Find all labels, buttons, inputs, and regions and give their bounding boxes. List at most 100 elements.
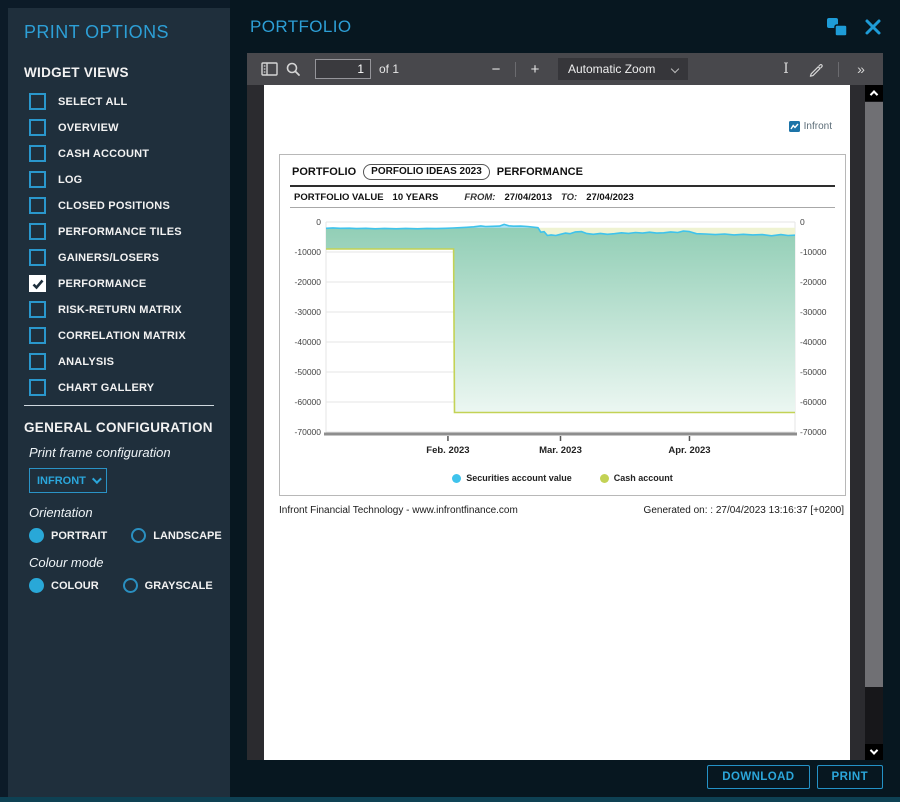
checkbox-checked[interactable] [29, 275, 46, 292]
search-icon[interactable] [281, 57, 305, 81]
checkbox-unchecked[interactable] [29, 93, 46, 110]
svg-text:-60000: -60000 [295, 397, 322, 407]
checkbox-label: CLOSED POSITIONS [58, 200, 170, 212]
action-bar: DOWNLOAD PRINT [230, 757, 900, 797]
page-count-label: of 1 [379, 62, 399, 76]
widget-view-row-risk-return-matrix[interactable]: RISK-RETURN MATRIX [29, 301, 222, 318]
checkbox-label: RISK-RETURN MATRIX [58, 304, 182, 316]
svg-text:-70000: -70000 [800, 427, 827, 437]
toolbar-divider [515, 62, 516, 77]
widget-view-row-analysis[interactable]: ANALYSIS [29, 353, 222, 370]
print-button[interactable]: PRINT [817, 765, 884, 789]
draw-icon[interactable] [804, 57, 828, 81]
radio-label: GRAYSCALE [145, 580, 213, 592]
sidebar-toggle-icon[interactable] [257, 57, 281, 81]
svg-text:-10000: -10000 [295, 247, 322, 257]
chevron-down-icon [671, 65, 679, 73]
feedback-icon[interactable] [826, 17, 848, 37]
report-title-row: PORTFOLIO PORFOLIO IDEAS 2023 PERFORMANC… [290, 162, 835, 187]
checkbox-unchecked[interactable] [29, 171, 46, 188]
checkbox-label: GAINERS/LOSERS [58, 252, 159, 264]
radio-selected[interactable] [29, 528, 44, 543]
widget-view-row-log[interactable]: LOG [29, 171, 222, 188]
report-box: PORTFOLIO PORFOLIO IDEAS 2023 PERFORMANC… [279, 154, 846, 496]
checkbox-label: PERFORMANCE TILES [58, 226, 182, 238]
legend-item-securities-account-value: Securities account value [452, 473, 572, 483]
general-config-heading: GENERAL CONFIGURATION [24, 420, 222, 435]
colour-mode-option-grayscale[interactable]: GRAYSCALE [123, 578, 213, 593]
widget-view-row-cash-account[interactable]: CASH ACCOUNT [29, 145, 222, 162]
checkbox-unchecked[interactable] [29, 197, 46, 214]
panel-header: PORTFOLIO [230, 0, 900, 53]
colour-mode-option-colour[interactable]: COLOUR [29, 578, 99, 593]
report-title-portfolio: PORTFOLIO [292, 166, 356, 178]
zoom-level-select[interactable]: Automatic Zoom [558, 58, 688, 80]
zoom-out-button[interactable]: − [485, 58, 507, 80]
checkbox-unchecked[interactable] [29, 379, 46, 396]
checkbox-unchecked[interactable] [29, 353, 46, 370]
text-select-icon[interactable]: I [774, 57, 798, 81]
widget-view-row-closed-positions[interactable]: CLOSED POSITIONS [29, 197, 222, 214]
checkbox-unchecked[interactable] [29, 223, 46, 240]
checkbox-unchecked[interactable] [29, 301, 46, 318]
legend-label: Cash account [614, 473, 673, 483]
svg-text:-50000: -50000 [295, 367, 322, 377]
checkbox-label: CASH ACCOUNT [58, 148, 149, 160]
radio-selected[interactable] [29, 578, 44, 593]
svg-text:-60000: -60000 [800, 397, 827, 407]
widget-view-row-performance-tiles[interactable]: PERFORMANCE TILES [29, 223, 222, 240]
zoom-in-button[interactable]: + [524, 58, 546, 80]
to-value: 27/04/2023 [586, 192, 634, 203]
orientation-option-portrait[interactable]: PORTRAIT [29, 528, 107, 543]
zoom-level-value: Automatic Zoom [568, 62, 655, 76]
close-icon[interactable] [864, 18, 882, 36]
vertical-scrollbar [865, 85, 883, 760]
radio-label: COLOUR [51, 580, 99, 592]
panel-title: PRINT OPTIONS [24, 22, 222, 43]
more-tools-icon[interactable]: » [849, 57, 873, 81]
widget-view-row-gainers-losers[interactable]: GAINERS/LOSERS [29, 249, 222, 266]
widget-view-row-select-all[interactable]: SELECT ALL [29, 93, 222, 110]
chevron-down-icon [92, 474, 102, 484]
widget-view-row-overview[interactable]: OVERVIEW [29, 119, 222, 136]
portfolio-panel: PORTFOLIO [230, 0, 900, 797]
orientation-option-landscape[interactable]: LANDSCAPE [131, 528, 221, 543]
pdf-page: Infront PORTFOLIO PORFOLIO IDEAS 2023 PE… [264, 85, 850, 760]
widget-view-row-performance[interactable]: PERFORMANCE [29, 275, 222, 292]
widget-view-row-correlation-matrix[interactable]: CORRELATION MATRIX [29, 327, 222, 344]
orientation-radio-group: PORTRAIT LANDSCAPE [29, 528, 222, 543]
panel-header-title: PORTFOLIO [250, 17, 352, 37]
radio-label: PORTRAIT [51, 530, 107, 542]
download-button[interactable]: DOWNLOAD [707, 765, 809, 789]
checkbox-label: ANALYSIS [58, 356, 114, 368]
scroll-up-icon[interactable] [865, 85, 883, 101]
legend-label: Securities account value [466, 473, 572, 483]
infront-logo-icon [789, 121, 800, 132]
svg-text:-30000: -30000 [800, 307, 827, 317]
checkbox-label: SELECT ALL [58, 96, 127, 108]
svg-text:-30000: -30000 [295, 307, 322, 317]
page-number-input[interactable] [315, 59, 371, 79]
svg-text:Mar. 2023: Mar. 2023 [539, 445, 582, 456]
checkbox-unchecked[interactable] [29, 327, 46, 344]
portfolio-name-pill: PORFOLIO IDEAS 2023 [363, 164, 490, 180]
svg-text:-10000: -10000 [800, 247, 827, 257]
svg-text:0: 0 [800, 217, 805, 227]
print-frame-label: Print frame configuration [29, 445, 222, 460]
section-divider [24, 405, 214, 406]
scrollbar-thumb[interactable] [865, 102, 883, 687]
report-footer: Infront Financial Technology - www.infro… [279, 505, 844, 516]
footer-company: Infront Financial Technology - www.infro… [279, 505, 518, 516]
legend-dot [452, 474, 461, 483]
print-frame-select[interactable]: INFRONT [29, 468, 107, 493]
widget-view-row-chart-gallery[interactable]: CHART GALLERY [29, 379, 222, 396]
to-label: TO: [561, 192, 577, 203]
report-subtitle-row: PORTFOLIO VALUE 10 YEARS FROM: 27/04/201… [290, 187, 835, 208]
svg-text:-40000: -40000 [295, 337, 322, 347]
radio-unselected[interactable] [123, 578, 138, 593]
checkbox-unchecked[interactable] [29, 119, 46, 136]
checkbox-unchecked[interactable] [29, 249, 46, 266]
colour-mode-radio-group: COLOUR GRAYSCALE [29, 578, 222, 593]
checkbox-unchecked[interactable] [29, 145, 46, 162]
radio-unselected[interactable] [131, 528, 146, 543]
